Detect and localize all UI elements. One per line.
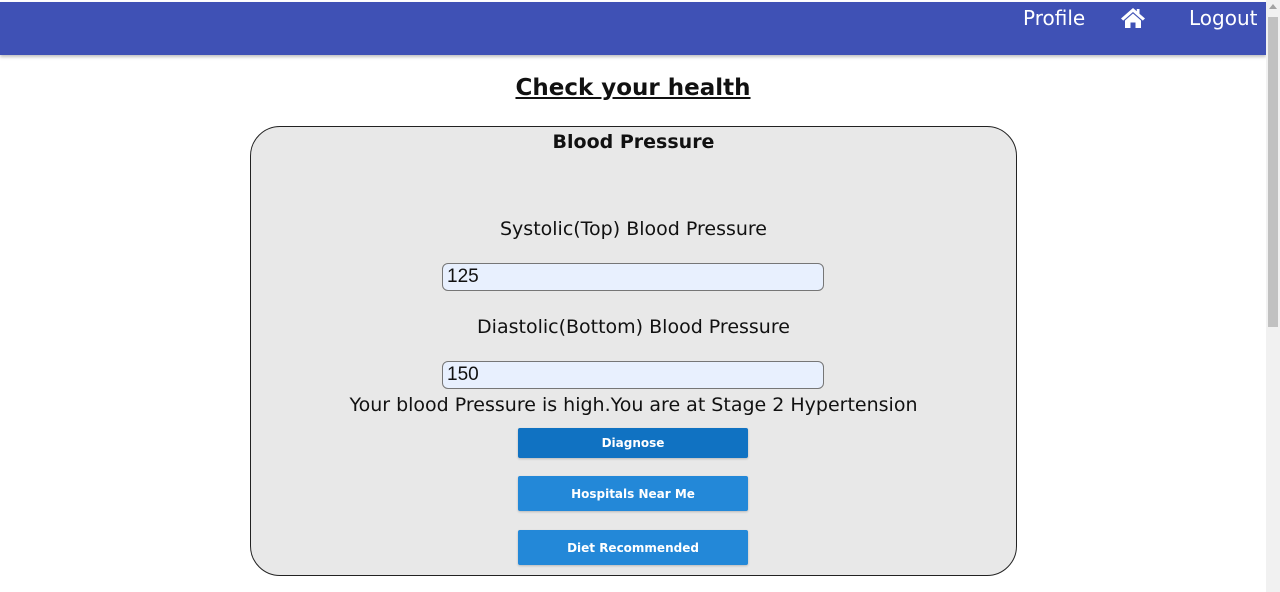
top-navbar: Profile Logout bbox=[0, 2, 1266, 55]
page: Profile Logout Check your health Blood P… bbox=[0, 0, 1280, 592]
diastolic-label: Diastolic(Bottom) Blood Pressure bbox=[477, 316, 790, 338]
diagnose-button[interactable]: Diagnose bbox=[518, 428, 748, 458]
scroll-up-icon[interactable] bbox=[1269, 4, 1277, 9]
home-icon[interactable] bbox=[1120, 6, 1146, 30]
profile-link[interactable]: Profile bbox=[1023, 2, 1085, 38]
result-text: Your blood Pressure is high.You are at S… bbox=[349, 394, 918, 416]
scroll-thumb[interactable] bbox=[1268, 17, 1278, 327]
card-title: Blood Pressure bbox=[552, 131, 715, 153]
blood-pressure-card: Blood Pressure Systolic(Top) Blood Press… bbox=[250, 126, 1017, 576]
hospitals-near-me-button[interactable]: Hospitals Near Me bbox=[518, 476, 748, 511]
page-title: Check your health bbox=[515, 75, 751, 101]
diet-recommended-button[interactable]: Diet Recommended bbox=[518, 530, 748, 565]
logout-link[interactable]: Logout bbox=[1189, 2, 1257, 38]
diastolic-input[interactable] bbox=[442, 361, 824, 389]
systolic-label: Systolic(Top) Blood Pressure bbox=[499, 218, 767, 240]
scrollbar[interactable] bbox=[1266, 0, 1280, 592]
systolic-input[interactable] bbox=[442, 263, 824, 291]
